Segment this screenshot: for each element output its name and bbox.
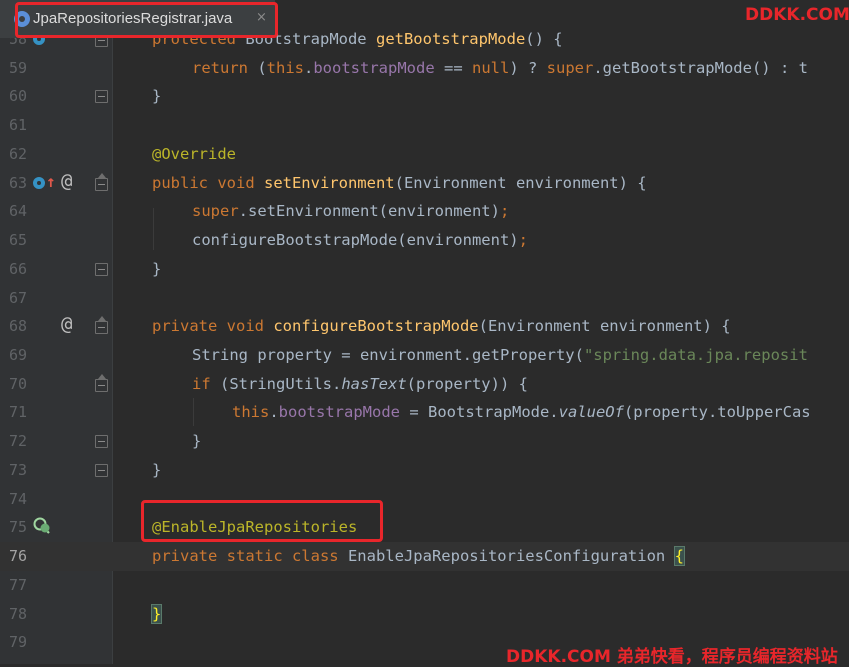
code-text: }: [150, 600, 163, 629]
line-number: 78: [8, 605, 27, 623]
line-number: 62: [8, 145, 27, 163]
annotation-text: @Override: [152, 145, 236, 163]
line-number: 74: [8, 490, 27, 508]
line-number: 59: [8, 59, 27, 77]
line-number: 68: [8, 317, 27, 335]
code-text: if (StringUtils.hasText(property)) {: [192, 375, 528, 393]
line-number: 79: [8, 633, 27, 651]
code-text: }: [192, 432, 202, 450]
code-line-74[interactable]: 74: [0, 485, 849, 514]
code-text: super.setEnvironment(environment);: [192, 202, 510, 220]
line-number: 75: [8, 518, 27, 536]
fold-marker[interactable]: [95, 263, 108, 276]
code-line-75[interactable]: 75 @EnableJpaRepositories: [0, 513, 849, 542]
code-line-62[interactable]: 62 @Override: [0, 140, 849, 169]
spring-bean-icon[interactable]: [32, 516, 52, 536]
line-number: 65: [8, 231, 27, 249]
code-line-76[interactable]: 76 private static class EnableJpaReposit…: [0, 542, 849, 571]
line-number: 66: [8, 260, 27, 278]
code-line-69[interactable]: 69 String property = environment.getProp…: [0, 341, 849, 370]
code-line-59[interactable]: 59 return (this.bootstrapMode == null) ?…: [0, 54, 849, 83]
fold-marker[interactable]: [95, 316, 108, 334]
code-text: private void configureBootstrapMode(Envi…: [152, 317, 731, 335]
line-number: 73: [8, 461, 27, 479]
line-number: 60: [8, 87, 27, 105]
code-text: String property = environment.getPropert…: [192, 346, 808, 364]
code-text: }: [152, 260, 162, 278]
matched-brace: {: [673, 546, 685, 566]
code-text: }: [152, 87, 162, 105]
code-text: public void setEnvironment(Environment e…: [152, 174, 647, 192]
line-number: 67: [8, 289, 27, 307]
fold-marker[interactable]: [95, 464, 108, 477]
highlight-box-annotation: [141, 500, 383, 542]
code-text: configureBootstrapMode(environment);: [192, 231, 528, 249]
code-text: }: [152, 461, 162, 479]
code-text: private static class EnableJpaRepositori…: [152, 546, 685, 566]
code-line-65[interactable]: 65 configureBootstrapMode(environment);: [0, 226, 849, 255]
line-number: 70: [8, 375, 27, 393]
code-line-77[interactable]: 77: [0, 571, 849, 600]
code-line-64[interactable]: 64 super.setEnvironment(environment);: [0, 197, 849, 226]
fold-marker[interactable]: [95, 374, 108, 392]
fold-marker[interactable]: [95, 90, 108, 103]
fold-marker[interactable]: [95, 435, 108, 448]
line-number: 76: [8, 547, 27, 565]
line-number: 63: [8, 174, 27, 192]
line-number: 61: [8, 116, 27, 134]
at-icon[interactable]: @: [61, 315, 72, 334]
code-line-67[interactable]: 67: [0, 284, 849, 313]
line-number: 77: [8, 576, 27, 594]
code-line-68[interactable]: 68 @ private void configureBootstrapMode…: [0, 312, 849, 341]
line-number: 72: [8, 432, 27, 450]
code-text: return (this.bootstrapMode == null) ? su…: [192, 59, 808, 77]
code-line-73[interactable]: 73 }: [0, 456, 849, 485]
code-line-70[interactable]: 70 if (StringUtils.hasText(property)) {: [0, 370, 849, 399]
code-line-71[interactable]: 71 this.bootstrapMode = BootstrapMode.va…: [0, 398, 849, 427]
code-editor[interactable]: 58 protected BootstrapMode getBootstrapM…: [0, 0, 849, 664]
code-text: this.bootstrapMode = BootstrapMode.value…: [232, 403, 811, 421]
implements-circle-icon[interactable]: [33, 177, 45, 189]
watermark-top: DDKK.COM: [745, 5, 849, 25]
line-number: 64: [8, 202, 27, 220]
watermark-bottom: DDKK.COM 弟弟快看，程序员编程资料站: [506, 647, 838, 667]
matched-brace: }: [150, 604, 163, 624]
highlight-box-tab: [15, 2, 278, 38]
code-line-66[interactable]: 66 }: [0, 255, 849, 284]
code-line-63[interactable]: 63 ↑ @ public void setEnvironment(Enviro…: [0, 169, 849, 198]
code-line-61[interactable]: 61: [0, 111, 849, 140]
code-line-78[interactable]: 78 }: [0, 600, 849, 629]
code-line-72[interactable]: 72 }: [0, 427, 849, 456]
at-icon[interactable]: @: [61, 172, 72, 191]
line-number: 69: [8, 346, 27, 364]
arrow-up-icon[interactable]: ↑: [46, 174, 56, 190]
line-number: 71: [8, 403, 27, 421]
fold-marker[interactable]: [95, 173, 108, 191]
code-line-60[interactable]: 60 }: [0, 82, 849, 111]
